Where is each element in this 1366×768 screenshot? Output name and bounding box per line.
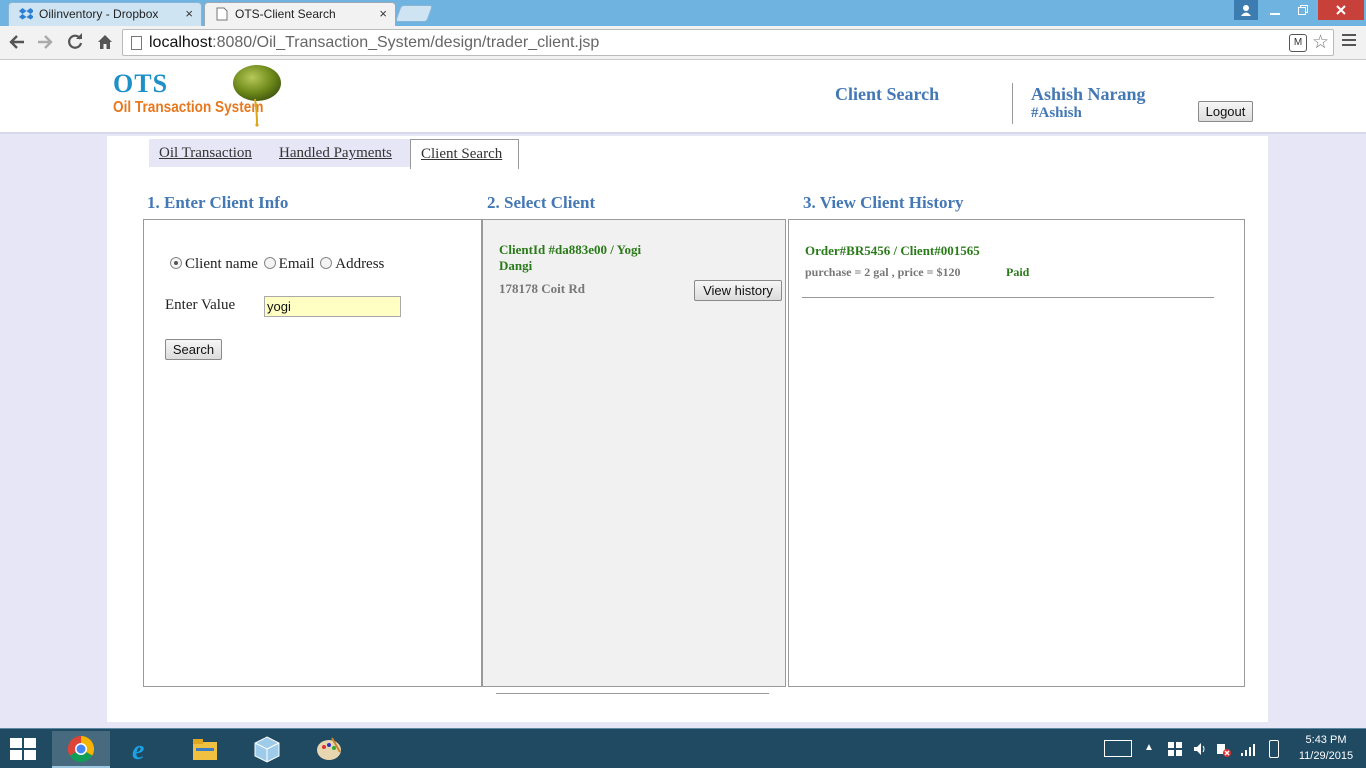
url-path: :8080/Oil_Transaction_System/design/trad… bbox=[212, 34, 600, 51]
reload-icon[interactable] bbox=[64, 31, 86, 53]
divider bbox=[802, 297, 1214, 298]
view-history-button[interactable]: View history bbox=[694, 280, 782, 301]
main-content: Oil Transaction Handled Payments Client … bbox=[107, 136, 1268, 722]
close-icon[interactable]: × bbox=[379, 6, 387, 21]
home-icon[interactable] bbox=[94, 31, 116, 53]
browser-tab-ots[interactable]: OTS-Client Search × bbox=[204, 2, 396, 26]
url-host: localhost bbox=[149, 34, 213, 51]
client-history-panel: Order#BR5456 / Client#001565 purchase = … bbox=[788, 219, 1245, 687]
order-line: Order#BR5456 / Client#001565 bbox=[805, 243, 980, 258]
logout-button[interactable]: Logout bbox=[1198, 101, 1253, 122]
extension-icon[interactable]: M bbox=[1289, 34, 1307, 52]
browser-tab-title: Oilinventory - Dropbox bbox=[39, 7, 159, 21]
clock-date[interactable]: 11/29/2015 bbox=[1296, 750, 1356, 762]
oil-drop-logo-icon bbox=[233, 65, 281, 127]
minimize-icon[interactable] bbox=[1262, 0, 1288, 20]
browser-toolbar: localhost:8080/Oil_Transaction_System/de… bbox=[0, 26, 1366, 60]
paint-taskbar-icon[interactable] bbox=[300, 731, 358, 768]
bookmark-star-icon[interactable]: ☆ bbox=[1312, 31, 1329, 54]
purchase-line: purchase = 2 gal , price = $120 bbox=[805, 265, 961, 279]
back-icon[interactable] bbox=[6, 31, 28, 53]
app-cube-taskbar-icon[interactable] bbox=[238, 731, 296, 768]
logo-title: OTS bbox=[113, 69, 169, 98]
restore-icon[interactable] bbox=[1290, 0, 1316, 20]
browser-tab-dropbox[interactable]: Oilinventory - Dropbox × bbox=[8, 2, 202, 26]
search-type-radios: Client name Email Address bbox=[170, 256, 386, 273]
close-icon[interactable]: × bbox=[185, 6, 193, 21]
keyboard-icon[interactable] bbox=[1104, 740, 1132, 757]
radio-label: Address bbox=[335, 256, 385, 272]
forward-icon[interactable] bbox=[34, 31, 56, 53]
tab-handled-payments[interactable]: Handled Payments bbox=[269, 139, 410, 167]
url-text: localhost:8080/Oil_Transaction_System/de… bbox=[149, 34, 599, 52]
page-icon bbox=[131, 36, 142, 50]
section-title-enter: 1. Enter Client Info bbox=[147, 193, 289, 212]
search-button[interactable]: Search bbox=[165, 339, 222, 360]
page-title: Client Search bbox=[835, 84, 940, 104]
browser-tab-bar: Oilinventory - Dropbox × OTS-Client Sear… bbox=[0, 0, 1366, 26]
file-explorer-taskbar-icon[interactable] bbox=[176, 731, 234, 768]
search-value-input[interactable] bbox=[264, 296, 401, 317]
user-name: Ashish Narang bbox=[1031, 84, 1146, 104]
radio-address[interactable] bbox=[320, 257, 333, 269]
ie-taskbar-icon[interactable]: e bbox=[114, 731, 172, 768]
tab-client-search[interactable]: Client Search bbox=[410, 139, 519, 169]
radio-client-name[interactable] bbox=[170, 257, 182, 269]
action-center-icon[interactable] bbox=[1168, 742, 1182, 756]
payment-status: Paid bbox=[1006, 265, 1030, 279]
site-header: OTS Oil Transaction System Client Search… bbox=[0, 61, 1366, 134]
chrome-taskbar-icon[interactable] bbox=[52, 731, 110, 768]
battery-icon[interactable] bbox=[1269, 740, 1279, 758]
divider bbox=[496, 693, 769, 694]
enter-value-label: Enter Value bbox=[165, 297, 236, 313]
client-address: 178178 Coit Rd bbox=[499, 281, 585, 296]
dropbox-icon bbox=[19, 8, 33, 20]
radio-label: Client name bbox=[185, 256, 258, 272]
radio-email[interactable] bbox=[263, 257, 276, 269]
tab-oil-transaction[interactable]: Oil Transaction bbox=[149, 139, 271, 167]
menu-icon[interactable] bbox=[1342, 34, 1356, 49]
page-icon bbox=[216, 7, 228, 21]
taskbar: e ▲ 5:43 PM 11/29/2015 bbox=[0, 728, 1366, 768]
address-bar[interactable]: localhost:8080/Oil_Transaction_System/de… bbox=[122, 29, 1334, 56]
clock-time[interactable]: 5:43 PM bbox=[1296, 734, 1356, 746]
client-id-text: ClientId #da883e00 / Yogi Dangi bbox=[499, 242, 642, 273]
enter-client-panel: Client name Email Address Enter Value Se… bbox=[143, 219, 482, 687]
user-icon[interactable] bbox=[1234, 0, 1258, 20]
select-client-panel: ClientId #da883e00 / Yogi Dangi 178178 C… bbox=[481, 219, 786, 687]
tray-overflow-icon[interactable]: ▲ bbox=[1144, 742, 1154, 753]
volume-icon[interactable] bbox=[1192, 741, 1208, 757]
section-title-history: 3. View Client History bbox=[803, 193, 964, 212]
page: OTS Oil Transaction System Client Search… bbox=[0, 61, 1366, 728]
window-close-icon[interactable] bbox=[1318, 0, 1364, 20]
user-handle: #Ashish bbox=[1031, 105, 1082, 121]
network-warning-icon[interactable] bbox=[1215, 741, 1231, 757]
svg-text:e: e bbox=[132, 735, 144, 764]
signal-icon[interactable] bbox=[1240, 741, 1256, 757]
section-title-select: 2. Select Client bbox=[487, 193, 596, 212]
header-divider bbox=[1012, 83, 1013, 124]
radio-label: Email bbox=[278, 256, 315, 272]
new-tab-button[interactable] bbox=[394, 5, 434, 22]
windows-start-icon[interactable] bbox=[10, 738, 38, 762]
browser-tab-title: OTS-Client Search bbox=[235, 7, 336, 21]
